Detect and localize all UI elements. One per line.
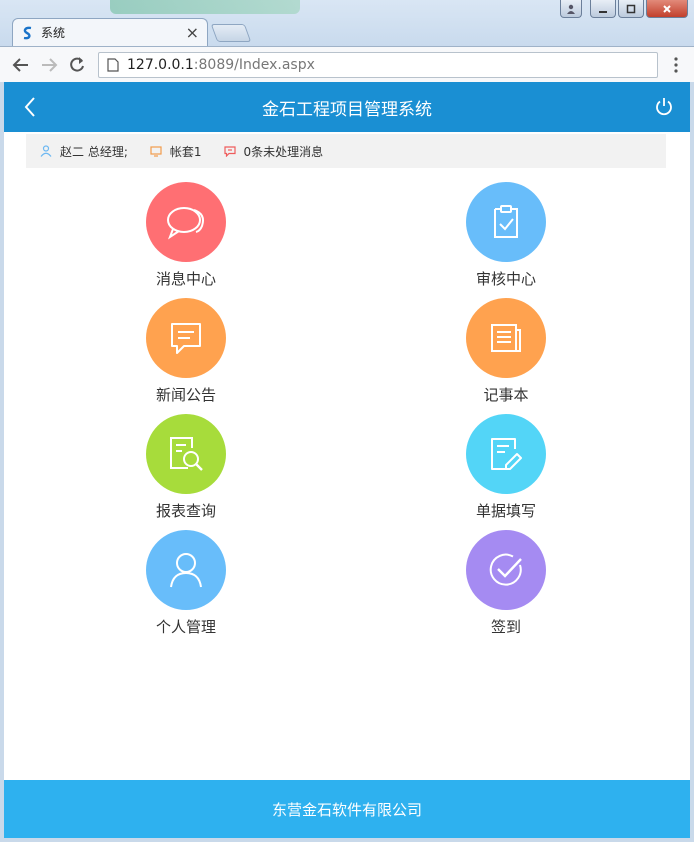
tile-circle <box>466 182 546 262</box>
tile-circle <box>146 530 226 610</box>
tile-personal-management[interactable]: 个人管理 <box>126 530 246 637</box>
edit-form-icon <box>491 438 522 470</box>
browser-chrome: 系统 × 127.0.0.1:8089/Index.aspx <box>0 0 694 82</box>
tile-form-entry[interactable]: 单据填写 <box>446 414 566 521</box>
tab-close-icon[interactable]: × <box>186 24 199 41</box>
tile-label: 报表查询 <box>155 502 216 520</box>
app-header: 金石工程项目管理系统 <box>4 82 690 132</box>
monitor-icon <box>150 146 162 157</box>
tile-check-in[interactable]: 签到 <box>446 530 566 637</box>
menu-icon[interactable] <box>666 56 686 73</box>
page-title: 金石工程项目管理系统 <box>262 99 432 120</box>
background-decoration <box>110 0 300 14</box>
tile-label: 记事本 <box>483 386 529 404</box>
reload-icon[interactable] <box>64 52 90 78</box>
user-info: 赵二 总经理; <box>40 143 128 160</box>
user-icon <box>170 553 202 588</box>
minimize-button[interactable] <box>590 0 616 18</box>
address-bar[interactable]: 127.0.0.1:8089/Index.aspx <box>98 51 658 78</box>
tile-circle <box>466 530 546 610</box>
tile-report-query[interactable]: 报表查询 <box>126 414 246 521</box>
approve-document-icon <box>494 205 518 238</box>
tile-label: 审核中心 <box>475 270 536 288</box>
power-icon <box>656 98 672 116</box>
tile-circle <box>146 182 226 262</box>
tile-label: 单据填写 <box>475 502 536 520</box>
user-icon <box>40 145 52 157</box>
message-info[interactable]: 0条未处理消息 <box>223 143 324 160</box>
site-logo-icon <box>21 26 35 40</box>
new-tab-button[interactable] <box>210 24 252 42</box>
tile-circle <box>146 414 226 494</box>
back-button[interactable] <box>18 94 42 120</box>
message-icon <box>223 146 236 157</box>
check-circle-icon <box>489 553 522 586</box>
tile-circle <box>466 298 546 378</box>
window-controls <box>560 0 688 18</box>
url-host: 127.0.0.1 <box>127 56 194 73</box>
browser-tab[interactable]: 系统 × <box>12 18 208 46</box>
tile-label: 新闻公告 <box>155 386 216 404</box>
tile-news-announcements[interactable]: 新闻公告 <box>126 298 246 405</box>
page-icon <box>107 57 119 72</box>
tab-title: 系统 <box>41 26 66 40</box>
logout-button[interactable] <box>652 94 676 120</box>
tile-notebook[interactable]: 记事本 <box>446 298 566 405</box>
tile-label: 消息中心 <box>155 270 216 288</box>
user-name: 赵二 总经理; <box>60 144 128 159</box>
account-info: 帐套1 <box>150 143 202 160</box>
user-info-bar: 赵二 总经理; 帐套1 0条未处理消息 <box>26 134 666 168</box>
announcement-icon <box>171 323 201 354</box>
chat-bubbles-icon <box>167 207 204 240</box>
notebook-icon <box>491 324 521 352</box>
tile-audit-center[interactable]: 审核中心 <box>446 182 566 289</box>
tile-message-center[interactable]: 消息中心 <box>126 182 246 289</box>
maximize-button[interactable] <box>618 0 644 18</box>
back-arrow-icon[interactable] <box>8 52 34 78</box>
page-content: 金石工程项目管理系统 赵二 总经理; 帐套1 0条未处理消息 消息中心 审核中心… <box>4 82 690 838</box>
tile-circle <box>466 414 546 494</box>
company-name: 东营金石软件有限公司 <box>271 800 422 819</box>
tile-label: 签到 <box>490 618 521 636</box>
page-footer: 东营金石软件有限公司 <box>4 780 690 838</box>
unread-messages: 0条未处理消息 <box>243 144 324 159</box>
tile-circle <box>146 298 226 378</box>
url-path: :8089/Index.aspx <box>193 56 315 73</box>
tile-label: 个人管理 <box>155 618 216 636</box>
close-window-button[interactable] <box>646 0 688 18</box>
account-name: 帐套1 <box>169 144 202 159</box>
profile-button[interactable] <box>560 0 582 18</box>
forward-arrow-icon[interactable] <box>36 52 62 78</box>
chevron-left-icon <box>24 97 35 117</box>
browser-toolbar: 127.0.0.1:8089/Index.aspx <box>0 46 694 82</box>
report-search-icon <box>170 437 203 471</box>
